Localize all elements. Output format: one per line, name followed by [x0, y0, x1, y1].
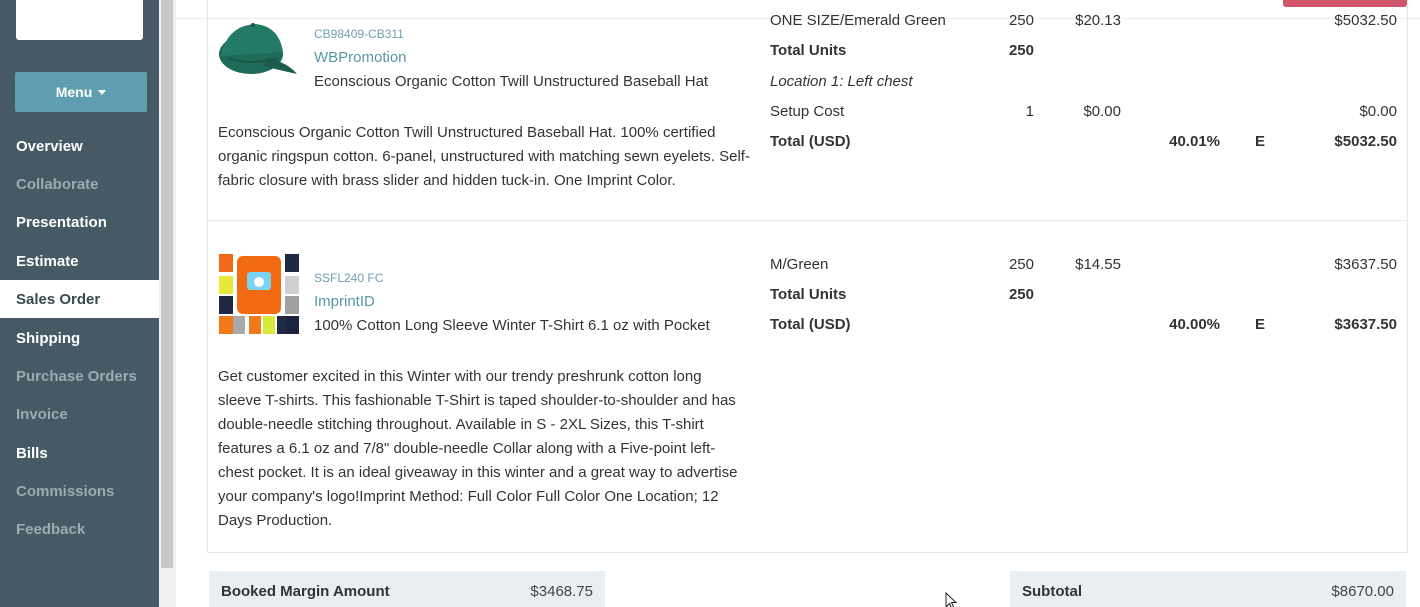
variant-qty: 250 [1008, 12, 1034, 29]
variant-label: ONE SIZE/Emerald Green [770, 12, 946, 29]
product-name: 100% Cotton Long Sleeve Winter T-Shirt 6… [314, 317, 710, 334]
setup-cost-label: Setup Cost [770, 103, 845, 120]
total-units-qty: 250 [1008, 42, 1034, 59]
subtotal-label: Subtotal [1022, 583, 1082, 600]
tax-code: E [1255, 133, 1266, 150]
setup-cost-total: $0.00 [1359, 103, 1397, 120]
baseball-hat-image[interactable] [217, 18, 299, 78]
margin-percent: 40.01% [1169, 133, 1220, 150]
setup-cost-qty: 1 [1025, 103, 1034, 120]
row-divider [207, 220, 1408, 221]
grand-total-label: Total (USD) [770, 133, 851, 150]
variant-price: $20.13 [1075, 12, 1121, 29]
margin-percent: 40.00% [1169, 316, 1220, 333]
sidebar-item-commissions[interactable]: Commissions [0, 472, 159, 510]
variant-price: $14.55 [1075, 256, 1121, 273]
grand-total-label: Total (USD) [770, 316, 851, 333]
product-description: Get customer excited in this Winter with… [218, 368, 738, 529]
supplier-link[interactable]: ImprintID [314, 293, 375, 310]
booked-margin-value: $3468.75 [530, 583, 593, 600]
caret-down-icon [98, 90, 107, 95]
total-units-label: Total Units [770, 42, 847, 59]
product-name: Econscious Organic Cotton Twill Unstruct… [314, 73, 709, 90]
variant-qty: 250 [1008, 256, 1034, 273]
sidebar-item-overview[interactable]: Overview [0, 127, 159, 165]
mouse-cursor-icon [945, 592, 958, 607]
product-sku: CB98409-CB311 [314, 27, 404, 41]
menu-button[interactable]: Menu [15, 72, 147, 112]
supplier-link[interactable]: WBPromotion [314, 49, 407, 66]
grand-total-value: $3637.50 [1334, 316, 1397, 333]
variant-total: $3637.50 [1334, 256, 1397, 273]
sidebar-item-collaborate[interactable]: Collaborate [0, 165, 159, 203]
sidebar-item-shipping[interactable]: Shipping [0, 319, 159, 357]
main-content: CB98409-CB311 WBPromotion Econscious Org… [176, 0, 1420, 607]
sidebar-item-presentation[interactable]: Presentation [0, 203, 159, 241]
sidebar-item-bills[interactable]: Bills [0, 434, 159, 472]
variant-total: $5032.50 [1334, 12, 1397, 29]
subtotal-box: Subtotal $8670.00 [1010, 571, 1406, 607]
sidebar-item-invoice[interactable]: Invoice [0, 395, 159, 433]
booked-margin-label: Booked Margin Amount [221, 583, 390, 600]
variant-label: M/Green [770, 256, 829, 273]
sidebar-item-estimate[interactable]: Estimate [0, 242, 159, 280]
scrollbar[interactable] [159, 0, 176, 607]
scrollbar-thumb[interactable] [161, 0, 173, 568]
imprint-location: Location 1: Left chest [770, 73, 913, 90]
product-description: Econscious Organic Cotton Twill Unstruct… [218, 124, 750, 189]
sidebar-item-sales-order[interactable]: Sales Order [0, 280, 159, 318]
tshirt-image[interactable] [219, 254, 299, 334]
total-units-label: Total Units [770, 286, 847, 303]
tax-code: E [1255, 316, 1266, 333]
company-logo[interactable] [16, 0, 143, 40]
sidebar-item-feedback[interactable]: Feedback [0, 510, 159, 548]
menu-button-label: Menu [55, 84, 93, 100]
booked-margin-box: Booked Margin Amount $3468.75 [209, 571, 605, 607]
setup-cost-price: $0.00 [1083, 103, 1121, 120]
subtotal-value: $8670.00 [1331, 583, 1394, 600]
product-sku: SSFL240 FC [314, 271, 384, 285]
total-units-qty: 250 [1008, 286, 1034, 303]
sidebar: Menu Overview Collaborate Presentation Esti… [0, 0, 159, 607]
sidebar-item-purchase-orders[interactable]: Purchase Orders [0, 357, 159, 395]
grand-total-value: $5032.50 [1334, 133, 1397, 150]
